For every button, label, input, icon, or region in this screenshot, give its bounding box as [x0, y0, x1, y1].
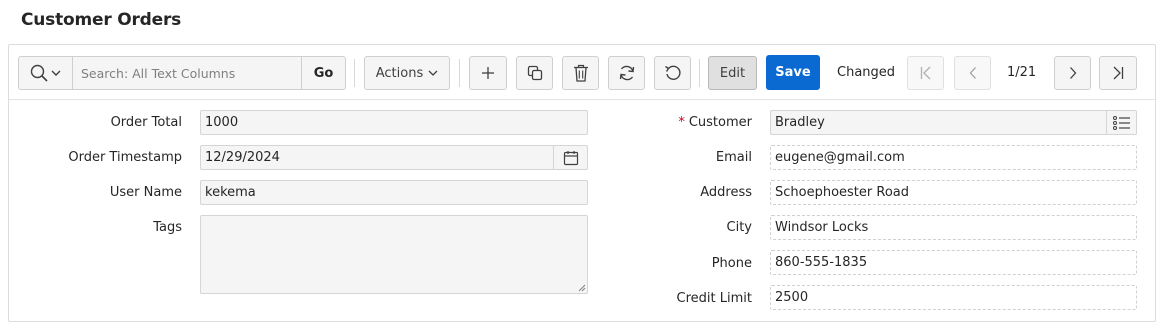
first-record-button[interactable] — [907, 56, 944, 90]
phone-label: Phone — [711, 256, 752, 271]
phone-field: 860-555-1835 — [770, 250, 1137, 275]
edit-toggle-button[interactable]: Edit — [708, 56, 757, 90]
required-marker: * — [678, 115, 685, 130]
user-name-field[interactable]: kekema — [200, 180, 588, 205]
first-record-icon — [919, 66, 933, 80]
customer-label: * Customer — [678, 115, 752, 130]
city-field: Windsor Locks — [770, 215, 1137, 240]
plus-icon — [481, 66, 495, 80]
address-value: Schoephoester Road — [775, 185, 909, 200]
duplicate-row-button[interactable] — [516, 56, 553, 90]
undo-icon — [664, 64, 682, 82]
user-name-value: kekema — [205, 185, 256, 200]
email-label: Email — [715, 150, 752, 165]
next-record-icon — [1068, 66, 1078, 80]
address-field: Schoephoester Road — [770, 180, 1137, 205]
address-label: Address — [700, 185, 752, 200]
actions-menu-button[interactable]: Actions — [364, 56, 450, 90]
order-timestamp-value: 12/29/2024 — [205, 150, 280, 165]
refresh-icon — [618, 64, 636, 82]
add-row-button[interactable] — [469, 56, 507, 90]
order-total-label: Order Total — [110, 115, 182, 130]
trash-icon — [573, 64, 589, 82]
order-timestamp-field[interactable]: 12/29/2024 — [200, 145, 588, 170]
credit-limit-label: Credit Limit — [676, 291, 752, 306]
revert-changes-button[interactable] — [654, 56, 691, 90]
customer-lov-button[interactable] — [1106, 111, 1136, 134]
previous-record-icon — [968, 66, 978, 80]
email-value: eugene@gmail.com — [775, 150, 905, 165]
record-counter: 1/21 — [1007, 65, 1037, 80]
order-timestamp-label: Order Timestamp — [68, 150, 182, 165]
customer-field[interactable]: Bradley — [770, 110, 1137, 135]
last-record-icon — [1111, 66, 1125, 80]
last-record-button[interactable] — [1099, 56, 1137, 90]
next-record-button[interactable] — [1054, 56, 1091, 90]
page-title: Customer Orders — [21, 10, 182, 30]
previous-record-button[interactable] — [954, 56, 991, 90]
chevron-down-icon — [51, 69, 61, 77]
go-button[interactable]: Go — [302, 57, 345, 89]
order-total-value: 1000 — [205, 115, 239, 130]
change-status-text: Changed — [837, 65, 896, 80]
city-value: Windsor Locks — [775, 220, 869, 235]
customer-value: Bradley — [775, 115, 825, 130]
customer-label-text: Customer — [688, 115, 752, 130]
search-icon — [30, 64, 48, 82]
save-button[interactable]: Save — [766, 55, 820, 90]
actions-label: Actions — [375, 65, 424, 81]
order-total-field[interactable]: 1000 — [200, 110, 588, 135]
credit-limit-value: 2500 — [775, 290, 809, 305]
refresh-row-button[interactable] — [608, 56, 645, 90]
chevron-down-icon — [428, 69, 438, 77]
toolbar-separator — [699, 59, 700, 87]
credit-limit-field: 2500 — [770, 285, 1137, 310]
email-field: eugene@gmail.com — [770, 145, 1137, 170]
tags-label: Tags — [153, 220, 182, 235]
search-group: Go — [18, 56, 346, 90]
resize-grip-icon[interactable] — [578, 284, 586, 292]
city-label: City — [726, 220, 752, 235]
tags-textarea[interactable] — [200, 215, 588, 294]
list-icon — [1112, 115, 1131, 130]
search-column-menu-button[interactable] — [19, 57, 73, 89]
toolbar-divider — [9, 99, 1155, 100]
copy-icon — [527, 65, 543, 81]
delete-row-button[interactable] — [562, 56, 599, 90]
user-name-label: User Name — [109, 185, 182, 200]
search-input[interactable] — [73, 57, 302, 89]
toolbar-separator — [354, 59, 355, 87]
phone-value: 860-555-1835 — [775, 255, 868, 270]
toolbar-separator — [459, 59, 460, 87]
date-picker-button[interactable] — [553, 146, 587, 169]
calendar-icon — [563, 150, 579, 166]
form-region: Go Actions Edit Save Changed — [8, 44, 1156, 322]
